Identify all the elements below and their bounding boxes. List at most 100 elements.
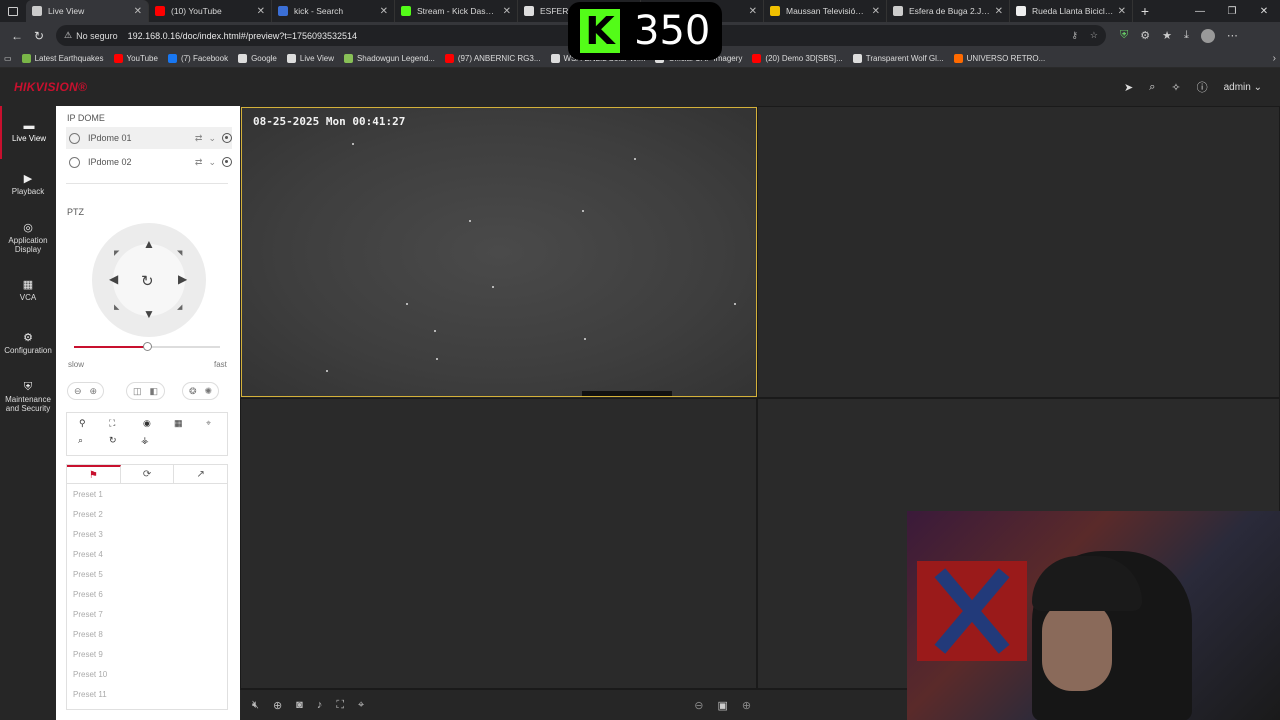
user-menu[interactable]: admin ⌄ <box>1224 82 1262 93</box>
minimize-button[interactable]: — <box>1184 6 1216 17</box>
next-page-icon[interactable]: ⊕ <box>742 699 751 712</box>
microphone-icon[interactable]: ♪ <box>317 699 323 712</box>
downloads-icon[interactable]: ⤓ <box>1184 29 1189 42</box>
close-tab-icon[interactable]: ✕ <box>503 6 511 17</box>
url-text[interactable]: 192.168.0.16/doc/index.html#/preview?t=1… <box>128 31 357 41</box>
key-icon[interactable]: ⚷ <box>1071 30 1078 41</box>
bookmark-item[interactable]: Live View <box>286 53 334 63</box>
close-tab-icon[interactable]: ✕ <box>749 6 757 17</box>
focus-far-icon[interactable]: ◧ <box>150 386 159 397</box>
fullscreen-icon[interactable]: ⛶ <box>336 699 344 712</box>
layout-icon[interactable]: ▣ <box>717 699 727 712</box>
star-icon[interactable]: ☆ <box>1090 30 1098 41</box>
iris-close-icon[interactable]: ❂ <box>189 386 197 397</box>
close-tab-icon[interactable]: ✕ <box>380 6 388 17</box>
one-touch-focus-icon[interactable]: ◉ <box>143 418 151 429</box>
bookmark-item[interactable]: (97) ANBERNIC RG3... <box>444 53 541 63</box>
light-icon[interactable]: ⚲ <box>79 418 86 429</box>
tab-patrol[interactable]: ⟳ <box>121 465 175 483</box>
preset-item[interactable]: Preset 7 <box>67 604 227 624</box>
ptz-right-icon[interactable]: ▶ <box>178 272 187 286</box>
ptz-speed-slider[interactable] <box>74 342 220 351</box>
browser-tab[interactable]: Stream - Kick Dashboar ✕ <box>395 0 518 22</box>
browser-tab[interactable]: Maussan Televisión pr ✕ <box>764 0 887 22</box>
bookmark-item[interactable]: (20) Demo 3D[SBS]... <box>752 53 843 63</box>
nav-item-playback[interactable]: ▶ Playback <box>0 159 56 212</box>
nav-item-live-view[interactable]: ▬ Live View <box>0 106 56 159</box>
close-tab-icon[interactable]: ✕ <box>134 6 142 17</box>
bookmarks-menu-icon[interactable]: ▭ <box>4 54 12 63</box>
camera-item-2[interactable]: IPdome 02 ⇄ ⌄ <box>66 151 232 173</box>
tab-presets[interactable]: ⚑ <box>67 465 121 483</box>
browser-tab[interactable]: (10) YouTube ✕ <box>149 0 272 22</box>
new-tab-button[interactable]: + <box>1133 3 1157 19</box>
camera-item-1[interactable]: IPdome 01 ⇄ ⌄ <box>66 127 232 149</box>
ptz-left-icon[interactable]: ◀ <box>109 272 118 286</box>
search-icon[interactable]: ⌕ <box>1149 81 1155 94</box>
reload-button[interactable]: ↻ <box>28 29 50 43</box>
digital-zoom-icon[interactable]: ⊕ <box>273 699 282 712</box>
stream-switch-icon[interactable]: ⇄ <box>195 157 203 168</box>
theme-icon[interactable]: ✧ <box>1171 81 1180 94</box>
extensions-icon[interactable]: ⚙ <box>1140 29 1150 42</box>
ptz-upleft-icon[interactable]: ◤ <box>114 249 119 257</box>
iris-open-icon[interactable]: ✺ <box>205 386 213 397</box>
browser-tab[interactable]: kick - Search ✕ <box>272 0 395 22</box>
browser-tab[interactable]: Esfera de Buga 2.JPG (✕ <box>887 0 1010 22</box>
bookmark-item[interactable]: Latest Earthquakes <box>21 53 104 63</box>
profile-avatar[interactable] <box>1200 28 1215 43</box>
stream-switch-icon[interactable]: ⇄ <box>195 133 203 144</box>
ptz-downleft-icon[interactable]: ◣ <box>114 303 119 311</box>
close-tab-icon[interactable]: ✕ <box>1118 6 1126 17</box>
ptz-down-icon[interactable]: ▼ <box>143 307 155 321</box>
preset-item[interactable]: Preset 4 <box>67 544 227 564</box>
window-fit-icon[interactable]: ⌖ <box>358 699 364 712</box>
video-window-3[interactable] <box>240 398 757 689</box>
more-menu-icon[interactable]: ⋯ <box>1227 29 1238 42</box>
video-window-2[interactable] <box>757 106 1280 398</box>
browser-tab[interactable]: Live View ✕ <box>26 0 149 22</box>
ptz-downright-icon[interactable]: ◢ <box>177 303 182 311</box>
preset-item[interactable]: Preset 9 <box>67 644 227 664</box>
grid-icon[interactable]: ▦ <box>174 418 183 429</box>
user-name[interactable]: admin <box>1224 82 1251 93</box>
preset-item[interactable]: Preset 10 <box>67 664 227 684</box>
preset-item[interactable]: Preset 3 <box>67 524 227 544</box>
preset-item[interactable]: Preset 8 <box>67 624 227 644</box>
wiper-icon[interactable]: ⚶ <box>141 435 149 446</box>
warning-icon[interactable]: ⚠ <box>64 30 72 41</box>
focus-frame-icon[interactable]: ⛶ <box>109 418 115 429</box>
bookmark-item[interactable]: UNIVERSO RETRO... <box>953 53 1045 63</box>
send-icon[interactable]: ➤ <box>1124 81 1133 94</box>
close-window-button[interactable]: ✕ <box>1248 6 1280 17</box>
tab-pattern[interactable]: ↗ <box>174 465 227 483</box>
info-icon[interactable]: ⓘ <box>1197 79 1208 95</box>
chevron-down-icon[interactable]: ⌄ <box>208 157 216 168</box>
preset-item[interactable]: Preset 1 <box>67 484 227 504</box>
record-icon[interactable] <box>222 157 232 167</box>
security-label[interactable]: No seguro <box>76 31 118 41</box>
window-menu-icon[interactable] <box>0 0 26 22</box>
close-tab-icon[interactable]: ✕ <box>872 6 880 17</box>
back-button[interactable]: ← <box>6 29 28 43</box>
preset-item[interactable]: Preset 11 <box>67 684 227 704</box>
preset-item[interactable]: Preset 5 <box>67 564 227 584</box>
nav-item-maintenance-and-security[interactable]: ⛨ Maintenance and Security <box>0 371 56 424</box>
speed-slider-handle[interactable] <box>143 342 152 351</box>
nav-item-vca[interactable]: ▦ VCA <box>0 265 56 318</box>
zoom-search-icon[interactable]: ⌕ <box>78 435 83 446</box>
bookmark-item[interactable]: YouTube <box>113 53 158 63</box>
close-tab-icon[interactable]: ✕ <box>995 6 1003 17</box>
shield-icon[interactable]: ⛨ <box>1120 29 1128 42</box>
preset-item[interactable]: Preset 2 <box>67 504 227 524</box>
bookmarks-overflow-icon[interactable]: › <box>1273 53 1276 64</box>
video-window-1[interactable]: 08-25-2025 Mon 00:41:27 <box>241 107 757 397</box>
bookmark-item[interactable]: Google <box>238 53 277 63</box>
ptz-up-icon[interactable]: ▲ <box>143 237 155 251</box>
browser-tab[interactable]: Rueda Llanta Bicicleta ✕ <box>1010 0 1133 22</box>
preset-item[interactable]: Preset 6 <box>67 584 227 604</box>
bookmark-item[interactable]: (7) Facebook <box>167 53 228 63</box>
refresh-icon[interactable]: ↻ <box>109 435 117 446</box>
zoom-in-icon[interactable]: ⊕ <box>90 386 98 397</box>
bookmark-item[interactable]: Transparent Wolf Gl... <box>852 53 944 63</box>
